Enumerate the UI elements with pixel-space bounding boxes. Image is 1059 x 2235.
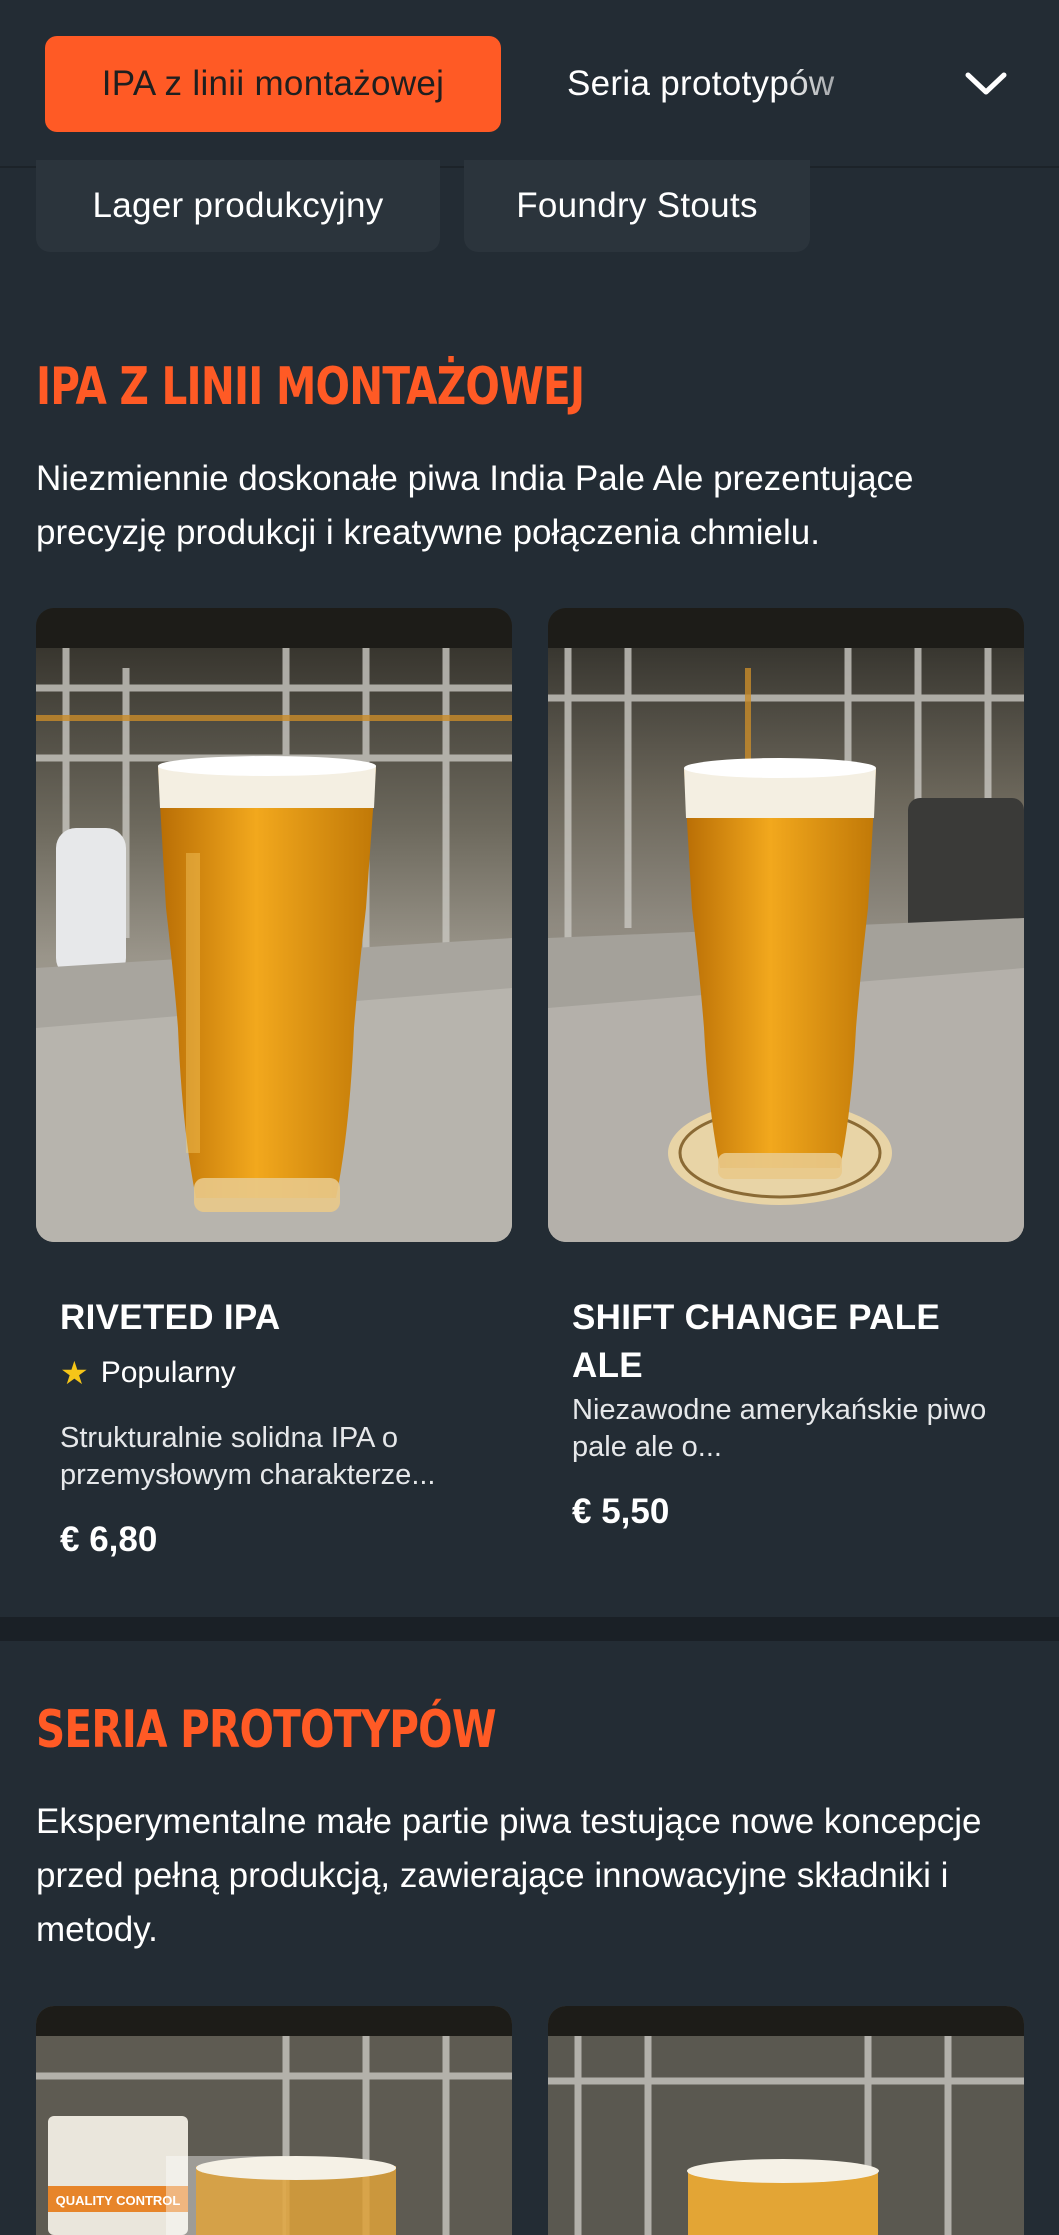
product-image [548,608,1024,1242]
quality-control-label: QUALITY CONTROL [56,2193,181,2208]
product-image: QUALITY CONTROL [36,2006,512,2235]
product-card-riveted-ipa[interactable]: RIVETED IPA ★ Popularny Strukturalnie so… [36,608,512,1560]
product-description: Strukturalnie solidna IPA o przemysłowym… [60,1422,436,1491]
category-row-primary: IPA z linii montażowej Seria prototypów [0,0,1059,168]
product-name: RIVETED IPA [60,1298,281,1337]
section-title-ipa: IPA Z LINII MONTAŻOWEJ [36,357,585,417]
category-row-secondary: Lager produkcyjny Foundry Stouts [0,160,1059,256]
product-card-prototype-1[interactable]: QUALITY CONTROL [36,2006,512,2235]
star-icon: ★ [60,1355,89,1391]
section-description-ipa: Niezmiennie doskonałe piwa India Pale Al… [36,459,914,552]
product-name: SHIFT CHANGE PALE ALE [572,1298,941,1385]
product-image [36,608,512,1242]
category-tab-stouts[interactable]: Foundry Stouts [464,160,810,252]
product-description: Niezawodne amerykańskie piwo pale ale o.… [572,1394,987,1463]
product-image [548,2006,1024,2235]
category-tab-ipa[interactable]: IPA z linii montażowej [45,36,501,132]
product-price: € 6,80 [60,1520,158,1559]
scroll-fade [780,40,890,128]
chevron-down-icon[interactable] [960,60,1012,108]
section-title-prototypes: SERIA PROTOTYPÓW [36,1700,497,1760]
product-price: € 5,50 [572,1492,670,1531]
badge-label: Popularny [100,1356,236,1389]
section-divider [0,1617,1059,1641]
category-nav: IPA z linii montażowej Seria prototypów [0,0,1059,168]
section-description-prototypes: Eksperymentalne małe partie piwa testują… [36,1802,982,1949]
popular-badge: ★ Popularny [60,1354,488,1392]
category-tab-lager[interactable]: Lager produkcyjny [36,160,440,252]
product-card-prototype-2[interactable] [548,2006,1024,2235]
product-card-shift-change-pale-ale[interactable]: SHIFT CHANGE PALE ALE Niezawodne ameryka… [548,608,1024,1532]
